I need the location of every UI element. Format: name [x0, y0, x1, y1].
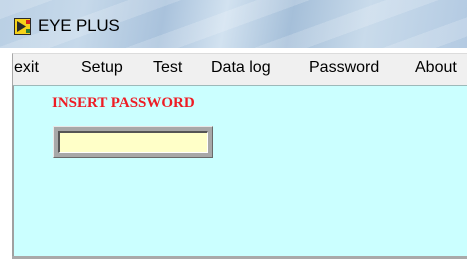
password-input[interactable] [58, 131, 208, 153]
title-bar[interactable]: EYE PLUS [0, 0, 467, 48]
menu-test[interactable]: Test [153, 59, 182, 77]
menu-data-log[interactable]: Data log [211, 59, 271, 77]
menu-exit[interactable]: exit [14, 59, 39, 77]
menu-password[interactable]: Password [309, 59, 379, 77]
password-field-frame [53, 126, 213, 158]
insert-password-label: INSERT PASSWORD [52, 95, 195, 111]
window-title: EYE PLUS [38, 16, 120, 35]
menu-about[interactable]: About [415, 59, 457, 77]
app-icon [14, 18, 31, 35]
menu-bar: exit Setup Test Data log Password About [12, 53, 467, 85]
menu-setup[interactable]: Setup [81, 59, 123, 77]
panel-bottom-border [12, 256, 467, 259]
app-window: EYE PLUS exit Setup Test Data log Passwo… [0, 0, 467, 262]
